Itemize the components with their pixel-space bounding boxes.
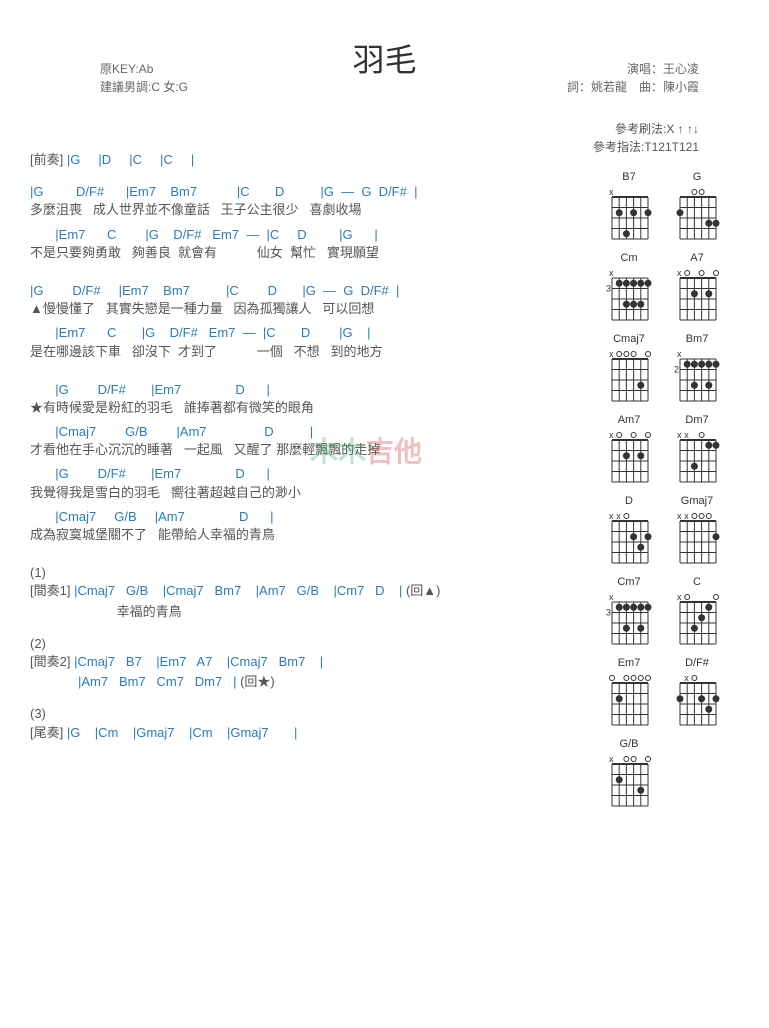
svg-text:3: 3 xyxy=(606,608,611,618)
chord-diagram-G: G xyxy=(667,171,727,248)
verse2-section: |G D/F# |Em7 Bm7 |C D |G — G D/F# |▲慢慢懂了… xyxy=(30,282,591,367)
svg-text:x: x xyxy=(677,349,682,359)
chord-diagram-D/F#: D/F#x xyxy=(667,657,727,734)
chord-diagrams: B7xGCm3xA7xCmaj7xBm72xAm7xDm7xxDxxGmaj7x… xyxy=(599,151,739,815)
chord-line: |G D/F# |Em7 D | xyxy=(30,465,591,483)
chord-line: |Em7 C |G D/F# Em7 — |C D |G | xyxy=(30,324,591,342)
lyric-line: 多麼沮喪 成人世界並不像童話 王子公主很少 喜劇收場 xyxy=(30,201,591,219)
svg-text:x: x xyxy=(609,754,614,764)
lyric-line: 是在哪邊該下車 卻沒下 才到了 一個 不想 到的地方 xyxy=(30,343,591,361)
lyric-line: ▲慢慢懂了 其實失戀是一種力量 因為孤獨讓人 可以回想 xyxy=(30,300,591,318)
svg-text:x: x xyxy=(609,430,614,440)
chorus-section: |G D/F# |Em7 D |★有時候愛是粉紅的羽毛 誰捧著都有微笑的眼角 |… xyxy=(30,381,591,551)
svg-text:2: 2 xyxy=(674,365,679,375)
lyric-line: 才看他在手心沉沉的睡著 一起風 又醒了 那麼輕飄飄的走掉 xyxy=(30,441,591,459)
chord-diagram-Cm7: Cm73x xyxy=(599,576,659,653)
playing-pattern: 參考刷法:X ↑ ↑↓ 參考指法:T121T121 xyxy=(593,120,699,156)
verse1-section: |G D/F# |Em7 Bm7 |C D |G — G D/F# |多麼沮喪 … xyxy=(30,183,591,268)
chord-diagram-B7: B7x xyxy=(599,171,659,248)
svg-text:x: x xyxy=(609,268,614,278)
svg-text:3: 3 xyxy=(606,284,611,294)
outro-section: (3) [尾奏] |G |Cm |Gmaj7 |Cm |Gmaj7 | xyxy=(30,705,591,741)
chord-sheet: [前奏] |G |D |C |C | |G D/F# |Em7 Bm7 |C D… xyxy=(30,151,599,815)
chord-diagram-Dm7: Dm7xx xyxy=(667,414,727,491)
intro-section: [前奏] |G |D |C |C | xyxy=(30,151,591,169)
svg-text:x: x xyxy=(609,592,614,602)
svg-text:x: x xyxy=(677,592,682,602)
chord-diagram-A7: A7x xyxy=(667,252,727,329)
chord-diagram-D: Dxx xyxy=(599,495,659,572)
svg-text:x: x xyxy=(609,187,614,197)
meta-left: 原KEY:Ab 建議男調:C 女:G xyxy=(100,60,188,96)
chord-line: |G D/F# |Em7 Bm7 |C D |G — G D/F# | xyxy=(30,183,591,201)
chord-diagram-Cm: Cm3x xyxy=(599,252,659,329)
chord-line: |G D/F# |Em7 D | xyxy=(30,381,591,399)
chord-diagram-G/B: G/Bx xyxy=(599,738,659,815)
svg-text:x: x xyxy=(677,268,682,278)
chord-line: |Cmaj7 G/B |Am7 D | xyxy=(30,423,591,441)
lyric-line: 不是只要夠勇敢 夠善良 就會有 仙女 幫忙 實現願望 xyxy=(30,244,591,262)
chord-line: |G D/F# |Em7 Bm7 |C D |G — G D/F# | xyxy=(30,282,591,300)
lyric-line: 我覺得我是雪白的羽毛 嚮往著超越自己的渺小 xyxy=(30,484,591,502)
interlude2-section: (2) [間奏2] |Cmaj7 B7 |Em7 A7 |Cmaj7 Bm7 |… xyxy=(30,635,591,692)
chord-diagram-Bm7: Bm72x xyxy=(667,333,727,410)
chord-line: |Cmaj7 G/B |Am7 D | xyxy=(30,508,591,526)
chord-diagram-Am7: Am7x xyxy=(599,414,659,491)
chord-diagram-Em7: Em7 xyxy=(599,657,659,734)
chord-diagram-Gmaj7: Gmaj7xx xyxy=(667,495,727,572)
svg-text:x: x xyxy=(609,511,614,521)
svg-text:x: x xyxy=(609,349,614,359)
lyric-line: ★有時候愛是粉紅的羽毛 誰捧著都有微笑的眼角 xyxy=(30,399,591,417)
chord-diagram-C: Cx xyxy=(667,576,727,653)
chord-line: |Em7 C |G D/F# Em7 — |C D |G | xyxy=(30,226,591,244)
svg-text:x: x xyxy=(684,430,689,440)
chord-diagram-Cmaj7: Cmaj7x xyxy=(599,333,659,410)
svg-text:x: x xyxy=(677,430,682,440)
svg-text:x: x xyxy=(684,673,689,683)
interlude1-section: (1) [間奏1] |Cmaj7 G/B |Cmaj7 Bm7 |Am7 G/B… xyxy=(30,564,591,621)
meta-right: 演唱：王心凌 詞：姚若龍 曲：陳小霞 xyxy=(567,60,699,96)
svg-text:x: x xyxy=(616,511,621,521)
svg-text:x: x xyxy=(677,511,682,521)
lyric-line: 成為寂寞城堡關不了 能帶給人幸福的青鳥 xyxy=(30,526,591,544)
svg-text:x: x xyxy=(684,511,689,521)
